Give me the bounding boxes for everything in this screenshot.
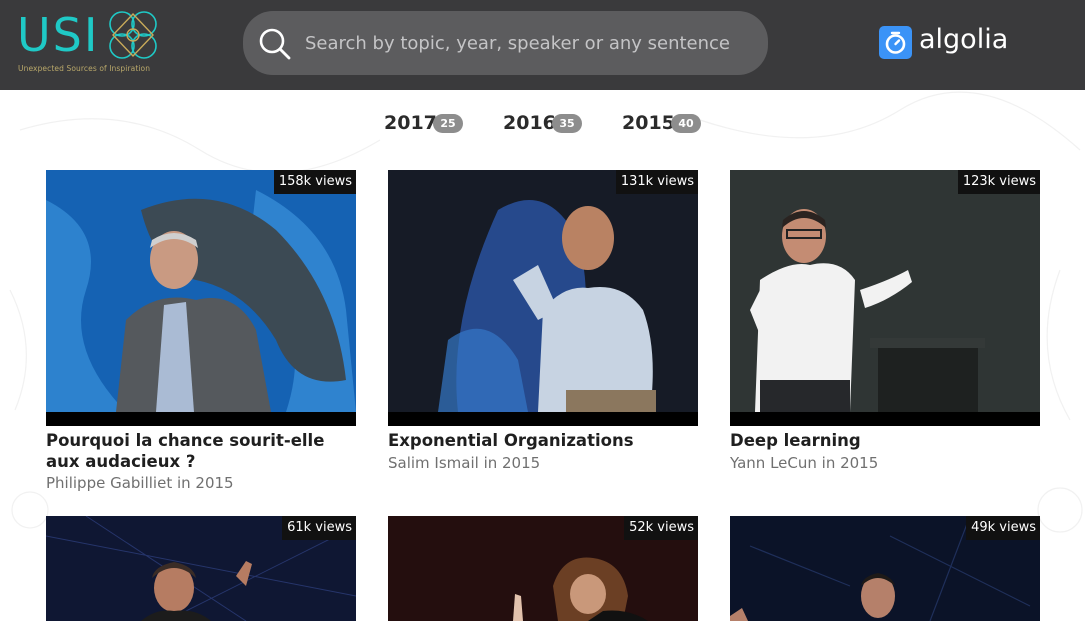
speaker-photo bbox=[730, 170, 1040, 426]
year-filter-bar: 2017 25 2016 35 2015 40 bbox=[0, 111, 1085, 137]
search-bar[interactable] bbox=[243, 11, 768, 75]
talk-thumbnail[interactable]: 49k views bbox=[730, 516, 1040, 621]
talk-thumbnail[interactable]: 52k views bbox=[388, 516, 698, 621]
talk-title[interactable]: Exponential Organizations bbox=[388, 430, 698, 451]
view-count: 123k views bbox=[957, 170, 1040, 194]
top-header: USI Unexpected Sources of Inspiration Se… bbox=[0, 0, 1085, 90]
talk-speaker-year: Yann LeCun in 2015 bbox=[730, 454, 879, 472]
view-count: 52k views bbox=[624, 516, 698, 540]
view-count: 158k views bbox=[273, 170, 356, 194]
algolia-stopwatch-icon bbox=[879, 26, 912, 59]
usi-logo[interactable]: USI Unexpected Sources of Inspiration bbox=[17, 10, 162, 76]
talk-thumbnail[interactable]: 158k views bbox=[46, 170, 356, 426]
logo-text: USI bbox=[17, 8, 100, 62]
speaker-photo bbox=[388, 170, 698, 426]
view-count: 131k views bbox=[615, 170, 698, 194]
year-label: 2016 bbox=[503, 112, 556, 134]
algolia-label: algolia bbox=[919, 24, 1009, 55]
year-label: 2015 bbox=[622, 112, 675, 134]
logo-tagline: Unexpected Sources of Inspiration bbox=[18, 64, 151, 73]
talk-title[interactable]: Pourquoi la chance sourit-elle aux audac… bbox=[46, 430, 356, 472]
talk-speaker-year: Salim Ismail in 2015 bbox=[388, 454, 541, 472]
search-icon bbox=[259, 28, 291, 60]
year-count-badge: 35 bbox=[552, 114, 582, 133]
talk-speaker-year: Philippe Gabilliet in 2015 bbox=[46, 474, 234, 492]
talk-thumbnail[interactable]: 131k views bbox=[388, 170, 698, 426]
speaker-photo bbox=[46, 170, 356, 426]
talk-thumbnail[interactable]: 123k views bbox=[730, 170, 1040, 426]
view-count: 49k views bbox=[966, 516, 1040, 540]
year-count-badge: 40 bbox=[671, 114, 701, 133]
search-input[interactable] bbox=[305, 25, 745, 61]
talk-title[interactable]: Deep learning bbox=[730, 430, 1040, 451]
year-count-badge: 25 bbox=[433, 114, 463, 133]
view-count: 61k views bbox=[282, 516, 356, 540]
logo-emblem-icon bbox=[109, 11, 157, 59]
talk-thumbnail[interactable]: 61k views bbox=[46, 516, 356, 621]
year-label: 2017 bbox=[384, 112, 437, 134]
